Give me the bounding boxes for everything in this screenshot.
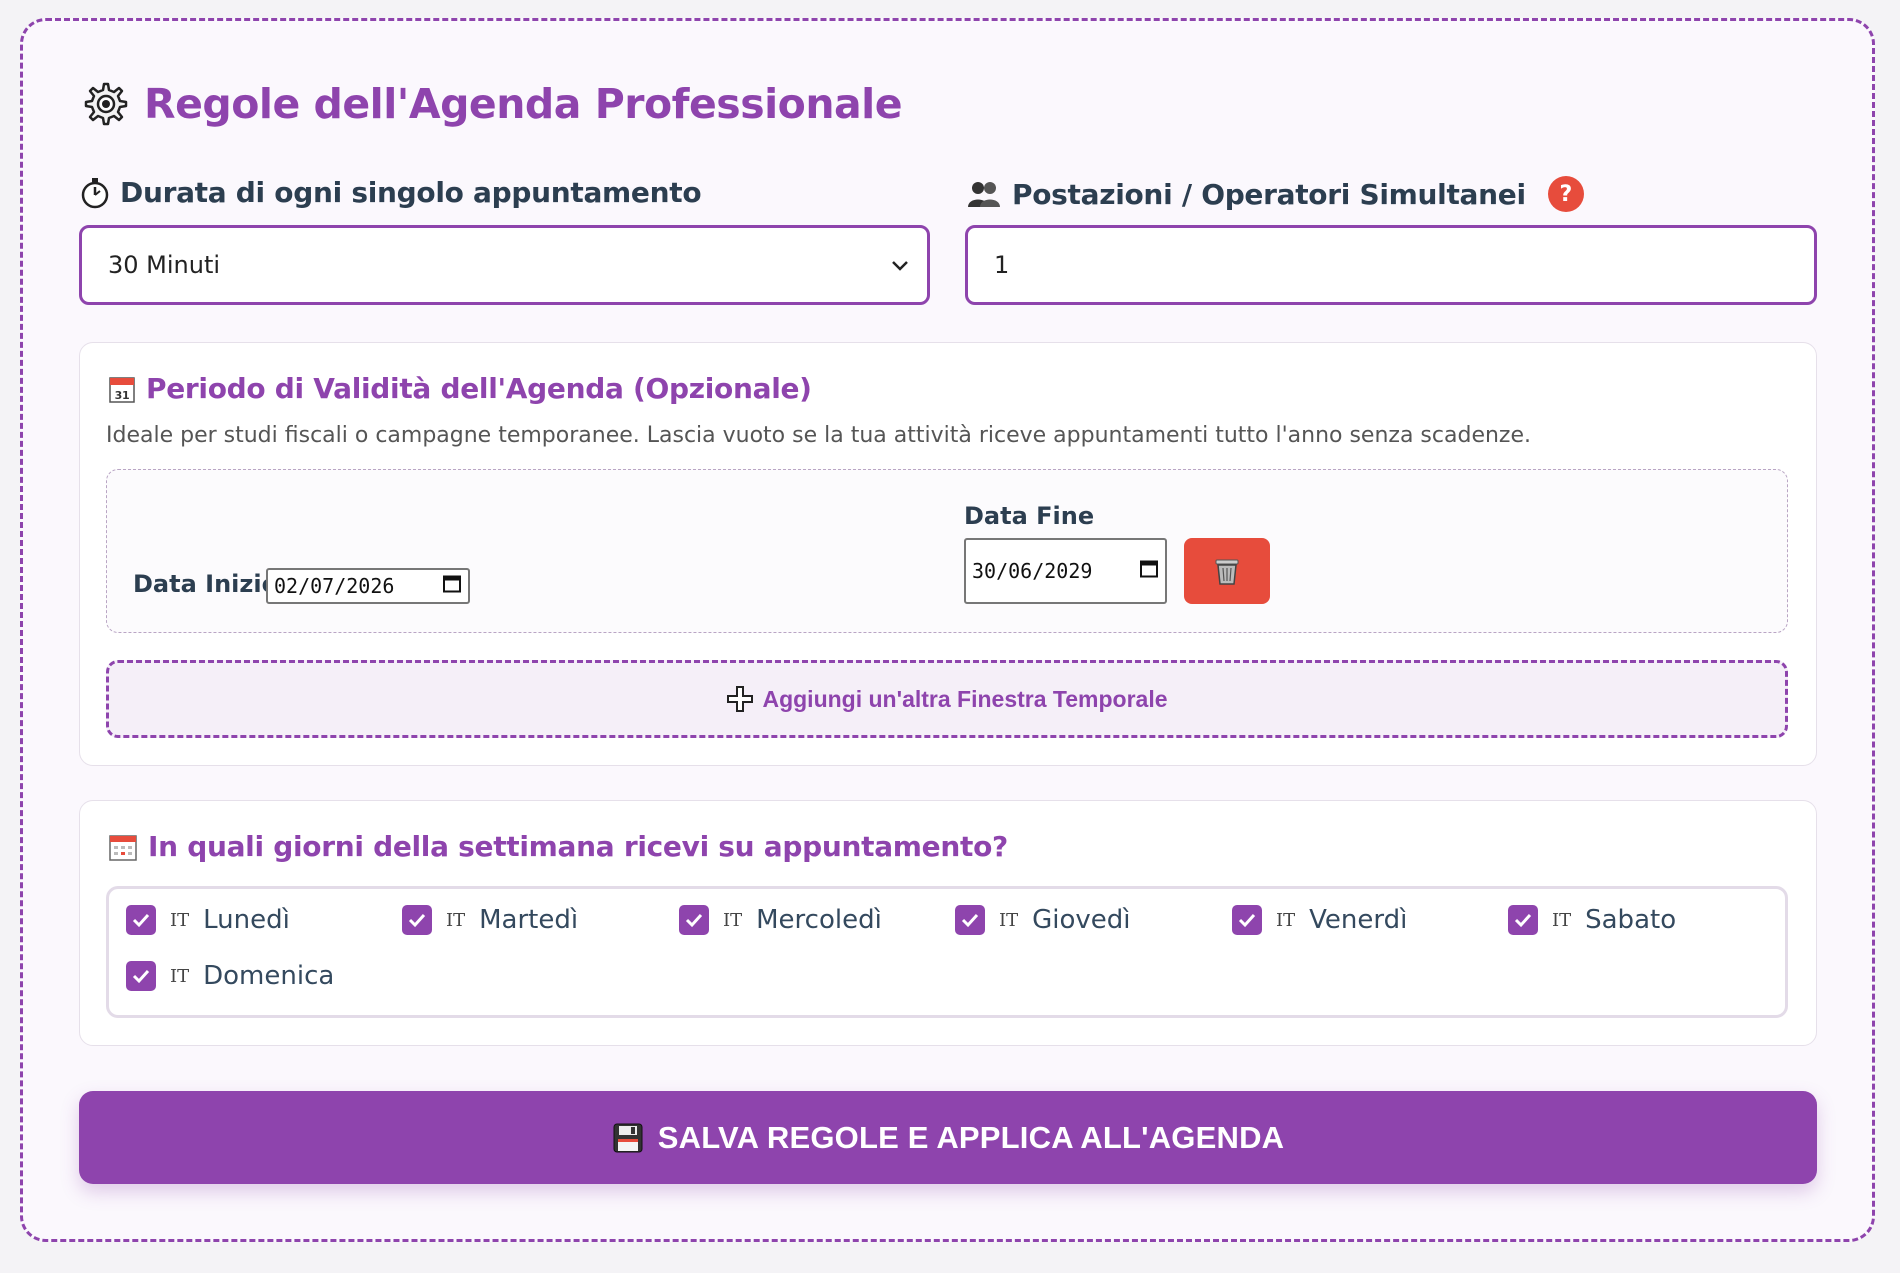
start-date-input[interactable]: 02/07/2026: [266, 568, 470, 604]
save-button[interactable]: SALVA REGOLE E APPLICA ALL'AGENDA: [79, 1091, 1817, 1184]
time-window-row: [106, 469, 1788, 633]
checkbox-checked[interactable]: [126, 905, 156, 935]
help-badge[interactable]: ?: [1547, 176, 1584, 212]
day-label: Lunedì: [203, 905, 290, 935]
day-label: Martedì: [479, 905, 579, 935]
end-date-value: 30/06/2029: [972, 559, 1093, 583]
flag-label: IT: [446, 909, 466, 931]
delete-window-button[interactable]: [1184, 538, 1270, 604]
floppy-disk-icon: [612, 1122, 644, 1154]
add-time-window-button[interactable]: Aggiungi un'altra Finestra Temporale: [106, 660, 1788, 738]
stations-input-value: 1: [994, 251, 1010, 279]
calendar-icon: 31: [108, 374, 136, 404]
end-date-input[interactable]: 30/06/2029: [964, 538, 1167, 604]
day-option-mercoledi[interactable]: IT Mercoledì: [679, 905, 882, 935]
duration-label-text: Durata di ogni singolo appuntamento: [120, 176, 702, 209]
calendar-picker-icon[interactable]: [442, 574, 462, 599]
stations-label: Postazioni / Operatori Simultanei ?: [966, 176, 1584, 212]
checkbox-checked[interactable]: [679, 905, 709, 935]
validity-description: Ideale per studi fiscali o campagne temp…: [106, 423, 1531, 448]
gear-icon: [82, 80, 130, 128]
day-label: Giovedì: [1032, 905, 1131, 935]
calendar-icon: [108, 832, 138, 862]
checkbox-checked[interactable]: [126, 961, 156, 991]
start-date-value: 02/07/2026: [274, 574, 395, 598]
day-option-lunedi[interactable]: IT Lunedì: [126, 905, 290, 935]
flag-label: IT: [999, 909, 1019, 931]
stations-label-text: Postazioni / Operatori Simultanei: [1012, 177, 1526, 211]
flag-label: IT: [1276, 909, 1296, 931]
trash-icon: [1214, 556, 1240, 586]
flag-label: IT: [723, 909, 743, 931]
stations-input[interactable]: 1: [965, 225, 1817, 305]
duration-label: Durata di ogni singolo appuntamento: [80, 176, 702, 209]
svg-text:31: 31: [115, 389, 130, 402]
start-date-label: Data Inizio: [133, 570, 279, 598]
stopwatch-icon: [80, 177, 110, 209]
duration-select[interactable]: 30 Minuti: [79, 225, 930, 305]
day-label: Venerdì: [1309, 905, 1408, 935]
day-option-venerdi[interactable]: IT Venerdì: [1232, 905, 1407, 935]
checkbox-checked[interactable]: [1232, 905, 1262, 935]
chevron-down-icon: [889, 254, 911, 282]
plus-icon: [726, 685, 754, 713]
duration-select-value: 30 Minuti: [108, 251, 221, 279]
day-option-domenica[interactable]: IT Domenica: [126, 961, 334, 991]
end-date-label: Data Fine: [964, 502, 1095, 530]
add-time-window-label: Aggiungi un'altra Finestra Temporale: [762, 685, 1168, 712]
flag-label: IT: [1552, 909, 1572, 931]
day-label: Mercoledì: [756, 905, 882, 935]
validity-title-text: Periodo di Validità dell'Agenda (Opziona…: [146, 372, 812, 405]
day-label: Sabato: [1585, 905, 1677, 935]
day-option-giovedi[interactable]: IT Giovedì: [955, 905, 1131, 935]
page-title: Regole dell'Agenda Professionale: [82, 80, 903, 128]
page-title-text: Regole dell'Agenda Professionale: [144, 80, 903, 128]
flag-label: IT: [170, 909, 190, 931]
calendar-picker-icon[interactable]: [1139, 559, 1159, 584]
people-icon: [966, 179, 1002, 209]
day-option-sabato[interactable]: IT Sabato: [1508, 905, 1676, 935]
checkbox-checked[interactable]: [1508, 905, 1538, 935]
flag-label: IT: [170, 965, 190, 987]
checkbox-checked[interactable]: [955, 905, 985, 935]
days-title: In quali giorni della settimana ricevi s…: [108, 830, 1008, 863]
days-title-text: In quali giorni della settimana ricevi s…: [148, 830, 1008, 863]
save-button-label: SALVA REGOLE E APPLICA ALL'AGENDA: [657, 1119, 1285, 1155]
day-option-martedi[interactable]: IT Martedì: [402, 905, 578, 935]
validity-title: 31 Periodo di Validità dell'Agenda (Opzi…: [108, 372, 812, 405]
checkbox-checked[interactable]: [402, 905, 432, 935]
day-label: Domenica: [203, 961, 335, 991]
